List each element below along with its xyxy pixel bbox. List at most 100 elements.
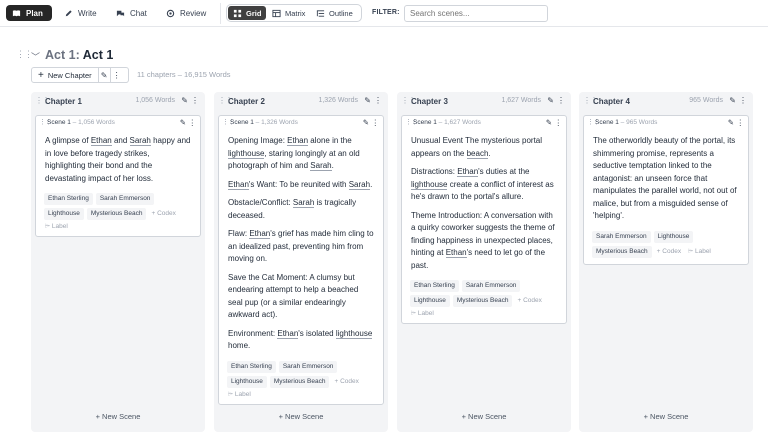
view-outline[interactable]: Outline: [311, 6, 358, 20]
new-scene-button[interactable]: + New Scene: [214, 412, 388, 421]
pencil-icon[interactable]: ✎: [728, 118, 734, 127]
chapter-header: ⋮⋮ Chapter 4 965 Words ✎ ⋮: [579, 92, 753, 109]
pencil-icon[interactable]: ✎: [547, 96, 554, 105]
outline-icon: [316, 9, 325, 17]
codex-tag[interactable]: Sarah Emmerson: [461, 280, 521, 292]
tag-icon: ⌲: [411, 310, 417, 317]
toolbar-divider: [220, 3, 221, 24]
tab-chat-label: Chat: [130, 8, 147, 18]
scene-card[interactable]: ⋮⋮ Scene 1 – 1,056 Words ✎ ⋮ A glimpse o…: [35, 115, 201, 237]
scene-summary[interactable]: A glimpse of Ethan and Sarah happy and i…: [36, 129, 200, 193]
chevron-down-icon[interactable]: ﹀: [31, 50, 40, 63]
scene-card[interactable]: ⋮⋮ Scene 1 – 965 Words ✎ ⋮ The otherworl…: [583, 115, 749, 265]
new-scene-button[interactable]: + New Scene: [31, 412, 205, 421]
chapter-column-1: ⋮⋮ Chapter 1 1,056 Words ✎ ⋮ ⋮⋮ Scene 1 …: [31, 92, 205, 432]
add-codex-button[interactable]: + Codex: [332, 376, 360, 388]
filter-label: FILTER:: [372, 9, 400, 16]
chapter-word-count: 1,056 Words: [135, 97, 175, 104]
chapter-header: ⋮⋮ Chapter 1 1,056 Words ✎ ⋮: [31, 92, 205, 109]
codex-tag[interactable]: Sarah Emmerson: [95, 193, 155, 205]
view-grid[interactable]: Grid: [228, 6, 267, 20]
pencil-icon[interactable]: ✎: [546, 118, 552, 127]
add-codex-button[interactable]: + Codex: [655, 246, 683, 258]
codex-tag[interactable]: Mysterious Beach: [269, 375, 330, 388]
add-label-button[interactable]: ⌲ Label: [402, 307, 566, 323]
kebab-icon: ⋮: [112, 70, 121, 80]
codex-tag[interactable]: Mysterious Beach: [592, 245, 652, 258]
act-toolbar: + New Chapter ✎ ⋮: [31, 67, 129, 83]
view-matrix[interactable]: Matrix: [267, 6, 310, 20]
add-codex-button[interactable]: + Codex: [149, 208, 177, 220]
tab-write[interactable]: Write: [58, 5, 103, 21]
kebab-icon[interactable]: ⋮: [739, 96, 747, 105]
add-label-button[interactable]: ⌲ Label: [36, 220, 200, 236]
pencil-icon[interactable]: ✎: [729, 96, 736, 105]
chapter-word-count: 1,627 Words: [501, 97, 541, 104]
act-meta: 11 chapters – 16,915 Words: [137, 70, 231, 79]
codex-tag[interactable]: Lighthouse: [653, 230, 694, 243]
chapter-title[interactable]: Chapter 3: [411, 97, 448, 106]
add-label-button[interactable]: ⌲ Label: [219, 388, 383, 404]
pencil-icon[interactable]: ✎: [180, 118, 186, 127]
scene-card[interactable]: ⋮⋮ Scene 1 – 1,326 Words ✎ ⋮ Opening Ima…: [218, 115, 384, 405]
view-switcher: Grid Matrix Outline: [226, 4, 362, 22]
view-outline-label: Outline: [329, 8, 353, 18]
new-chapter-button[interactable]: + New Chapter: [32, 68, 99, 82]
scene-label: Scene 1 – 1,056 Words: [47, 119, 115, 126]
act-drag-handle[interactable]: ⋮⋮: [16, 49, 33, 60]
scene-label: Scene 1 – 1,326 Words: [230, 119, 298, 126]
scene-label: Scene 1 – 1,627 Words: [413, 119, 481, 126]
codex-tag[interactable]: Mysterious Beach: [452, 295, 513, 307]
codex-tag[interactable]: Ethan Sterling: [44, 193, 93, 205]
kebab-icon[interactable]: ⋮: [191, 96, 199, 105]
eye-icon: [166, 9, 175, 17]
add-codex-button[interactable]: + Codex: [515, 295, 543, 307]
pen-icon: [65, 9, 72, 16]
act-menu-button[interactable]: ⋮: [111, 68, 123, 82]
new-scene-button[interactable]: + New Scene: [397, 412, 571, 421]
add-label-button[interactable]: ⌲ Label: [686, 246, 713, 258]
scene-summary[interactable]: The otherworldly beauty of the portal, i…: [584, 129, 748, 231]
chapter-header: ⋮⋮ Chapter 3 1,627 Words ✎ ⋮: [397, 92, 571, 109]
codex-tag[interactable]: Lighthouse: [410, 295, 450, 307]
scene-label: Scene 1 – 965 Words: [595, 119, 658, 126]
new-chapter-label: New Chapter: [47, 70, 92, 80]
codex-tags: Ethan Sterling Sarah Emmerson Lighthouse…: [219, 360, 383, 388]
codex-tags: Sarah Emmerson Lighthouse Mysterious Bea…: [584, 230, 748, 258]
pencil-icon[interactable]: ✎: [363, 118, 369, 127]
new-scene-button[interactable]: + New Scene: [579, 412, 753, 421]
edit-act-button[interactable]: ✎: [99, 68, 111, 82]
codex-tag[interactable]: Lighthouse: [227, 375, 267, 388]
chapter-title[interactable]: Chapter 1: [45, 97, 82, 106]
tab-review[interactable]: Review: [160, 5, 212, 21]
act-name[interactable]: Act 1: [83, 48, 114, 62]
codex-tags: Ethan Sterling Sarah Emmerson Lighthouse…: [402, 280, 566, 307]
search-input[interactable]: [404, 5, 548, 22]
scene-summary[interactable]: Opening Image: Ethan alone in the lighth…: [219, 129, 383, 361]
chapter-column-4: ⋮⋮ Chapter 4 965 Words ✎ ⋮ ⋮⋮ Scene 1 – …: [579, 92, 753, 432]
codex-tag[interactable]: Lighthouse: [44, 208, 84, 220]
kebab-icon[interactable]: ⋮: [555, 118, 563, 127]
kebab-icon[interactable]: ⋮: [189, 118, 197, 127]
kebab-icon[interactable]: ⋮: [372, 118, 380, 127]
codex-tag[interactable]: Sarah Emmerson: [592, 230, 651, 243]
tab-chat[interactable]: Chat: [110, 5, 153, 21]
tag-icon: ⌲: [45, 223, 51, 230]
codex-tag[interactable]: Ethan Sterling: [410, 280, 459, 292]
codex-tag[interactable]: Mysterious Beach: [86, 208, 147, 220]
codex-tag[interactable]: Sarah Emmerson: [278, 360, 338, 373]
kebab-icon[interactable]: ⋮: [374, 96, 382, 105]
pencil-icon[interactable]: ✎: [181, 96, 188, 105]
pencil-icon: ✎: [100, 70, 108, 80]
kebab-icon[interactable]: ⋮: [737, 118, 745, 127]
kebab-icon[interactable]: ⋮: [557, 96, 565, 105]
book-icon: [12, 9, 21, 16]
scene-summary[interactable]: Unusual Event The mysterious portal appe…: [402, 129, 566, 280]
pencil-icon[interactable]: ✎: [364, 96, 371, 105]
codex-tag[interactable]: Ethan Sterling: [227, 360, 276, 373]
view-grid-label: Grid: [246, 8, 262, 18]
chapter-title[interactable]: Chapter 4: [593, 97, 630, 106]
scene-card[interactable]: ⋮⋮ Scene 1 – 1,627 Words ✎ ⋮ Unusual Eve…: [401, 115, 567, 324]
chapter-title[interactable]: Chapter 2: [228, 97, 265, 106]
tab-plan[interactable]: Plan: [6, 5, 52, 21]
